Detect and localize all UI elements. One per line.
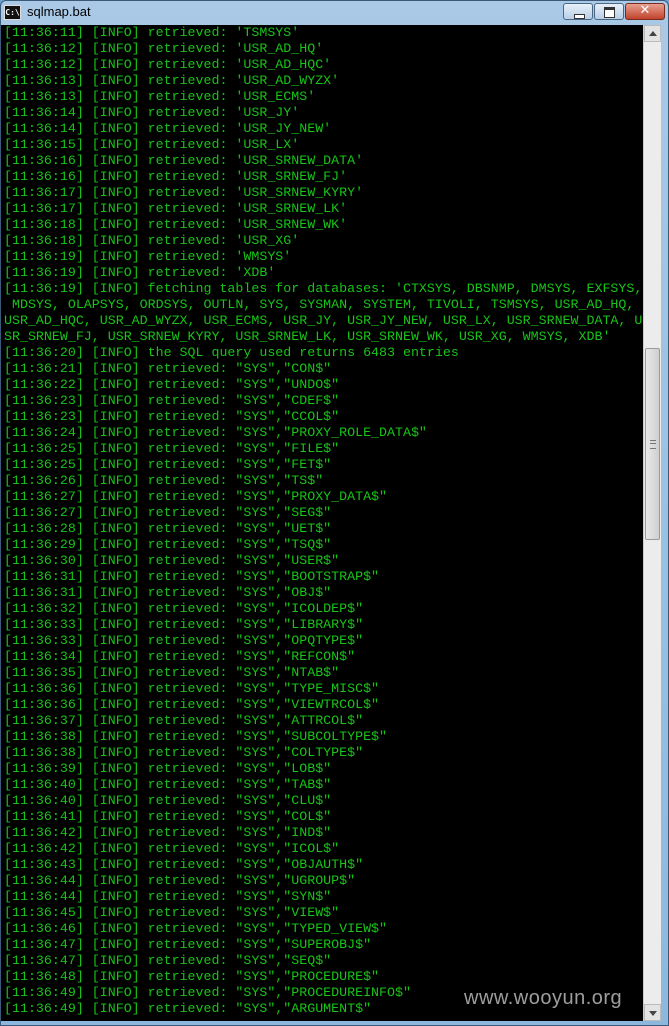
console-line: [11:36:43] [INFO] retrieved: "SYS","OBJA… [4, 857, 364, 872]
console-line: MDSYS, OLAPSYS, ORDSYS, OUTLN, SYS, SYSM… [4, 297, 635, 312]
console-line: [11:36:27] [INFO] retrieved: "SYS","PROX… [4, 489, 388, 504]
console-line: [11:36:15] [INFO] retrieved: 'USR_LX' [4, 137, 300, 152]
console-text: [11:36:11] [INFO] retrieved: 'TSMSYS' [11… [1, 25, 643, 1017]
console-output[interactable]: [11:36:11] [INFO] retrieved: 'TSMSYS' [11… [1, 25, 643, 1021]
console-line: [11:36:34] [INFO] retrieved: "SYS","REFC… [4, 649, 356, 664]
console-line: [11:36:20] [INFO] the SQL query used ret… [4, 345, 459, 360]
console-line: [11:36:22] [INFO] retrieved: "SYS","UNDO… [4, 377, 340, 392]
console-window: C:\ sqlmap.bat ✕ [11:36:11] [INFO] retri… [0, 0, 669, 1026]
console-line: [11:36:13] [INFO] retrieved: 'USR_AD_WYZ… [4, 73, 340, 88]
close-button[interactable]: ✕ [625, 3, 665, 20]
console-line: [11:36:47] [INFO] retrieved: "SYS","SEQ$… [4, 953, 332, 968]
console-line: [11:36:36] [INFO] retrieved: "SYS","VIEW… [4, 697, 380, 712]
console-line: [11:36:14] [INFO] retrieved: 'USR_JY_NEW… [4, 121, 332, 136]
console-line: [11:36:26] [INFO] retrieved: "SYS","TS$" [4, 473, 324, 488]
console-line: [11:36:47] [INFO] retrieved: "SYS","SUPE… [4, 937, 372, 952]
console-line: [11:36:17] [INFO] retrieved: 'USR_SRNEW_… [4, 185, 364, 200]
console-line: [11:36:28] [INFO] retrieved: "SYS","UET$… [4, 521, 332, 536]
console-line: [11:36:36] [INFO] retrieved: "SYS","TYPE… [4, 681, 380, 696]
console-line: [11:36:32] [INFO] retrieved: "SYS","ICOL… [4, 601, 364, 616]
console-line: USR_AD_HQC, USR_AD_WYZX, USR_ECMS, USR_J… [4, 313, 643, 328]
console-line: [11:36:24] [INFO] retrieved: "SYS","PROX… [4, 425, 427, 440]
console-line: [11:36:42] [INFO] retrieved: "SYS","IND$… [4, 825, 332, 840]
console-line: [11:36:37] [INFO] retrieved: "SYS","ATTR… [4, 713, 364, 728]
console-line: [11:36:16] [INFO] retrieved: 'USR_SRNEW_… [4, 169, 348, 184]
scroll-up-arrow-icon[interactable] [644, 25, 661, 42]
console-line: [11:36:14] [INFO] retrieved: 'USR_JY' [4, 105, 300, 120]
console-line: [11:36:11] [INFO] retrieved: 'TSMSYS' [4, 25, 300, 40]
console-line: [11:36:38] [INFO] retrieved: "SYS","SUBC… [4, 729, 388, 744]
console-line: [11:36:42] [INFO] retrieved: "SYS","ICOL… [4, 841, 340, 856]
console-line: [11:36:41] [INFO] retrieved: "SYS","COL$… [4, 809, 332, 824]
vertical-scrollbar[interactable] [643, 25, 661, 1021]
console-line: [11:36:19] [INFO] retrieved: 'WMSYS' [4, 249, 292, 264]
watermark: www.wooyun.org [464, 987, 623, 1009]
console-line: [11:36:19] [INFO] fetching tables for da… [4, 281, 643, 296]
console-line: [11:36:35] [INFO] retrieved: "SYS","NTAB… [4, 665, 340, 680]
console-line: [11:36:45] [INFO] retrieved: "SYS","VIEW… [4, 905, 340, 920]
console-line: [11:36:31] [INFO] retrieved: "SYS","BOOT… [4, 569, 380, 584]
console-line: [11:36:23] [INFO] retrieved: "SYS","CCOL… [4, 409, 340, 424]
console-line: [11:36:29] [INFO] retrieved: "SYS","TSQ$… [4, 537, 332, 552]
console-line: [11:36:12] [INFO] retrieved: 'USR_AD_HQ' [4, 41, 324, 56]
console-line: [11:36:33] [INFO] retrieved: "SYS","LIBR… [4, 617, 364, 632]
console-line: [11:36:16] [INFO] retrieved: 'USR_SRNEW_… [4, 153, 364, 168]
console-line: [11:36:40] [INFO] retrieved: "SYS","TAB$… [4, 777, 332, 792]
console-line: [11:36:17] [INFO] retrieved: 'USR_SRNEW_… [4, 201, 348, 216]
maximize-button[interactable] [594, 3, 624, 20]
console-line: [11:36:44] [INFO] retrieved: "SYS","UGRO… [4, 873, 356, 888]
console-line: [11:36:46] [INFO] retrieved: "SYS","TYPE… [4, 921, 388, 936]
console-line: [11:36:13] [INFO] retrieved: 'USR_ECMS' [4, 89, 316, 104]
console-line: [11:36:44] [INFO] retrieved: "SYS","SYN$… [4, 889, 332, 904]
console-line: [11:36:39] [INFO] retrieved: "SYS","LOB$… [4, 761, 332, 776]
console-line: [11:36:31] [INFO] retrieved: "SYS","OBJ$… [4, 585, 332, 600]
console-line: [11:36:38] [INFO] retrieved: "SYS","COLT… [4, 745, 364, 760]
console-app-icon[interactable]: C:\ [4, 5, 21, 20]
console-line: [11:36:27] [INFO] retrieved: "SYS","SEG$… [4, 505, 332, 520]
console-line: [11:36:48] [INFO] retrieved: "SYS","PROC… [4, 969, 380, 984]
console-line: [11:36:30] [INFO] retrieved: "SYS","USER… [4, 553, 340, 568]
grip-icon [650, 440, 656, 449]
console-line: [11:36:23] [INFO] retrieved: "SYS","CDEF… [4, 393, 340, 408]
console-line: [11:36:18] [INFO] retrieved: 'USR_XG' [4, 233, 300, 248]
console-line: [11:36:12] [INFO] retrieved: 'USR_AD_HQC… [4, 57, 332, 72]
scrollbar-thumb[interactable] [645, 348, 660, 540]
console-line: [11:36:40] [INFO] retrieved: "SYS","CLU$… [4, 793, 332, 808]
window-title: sqlmap.bat [27, 4, 91, 19]
console-line: [11:36:21] [INFO] retrieved: "SYS","CON$… [4, 361, 332, 376]
console-line: [11:36:25] [INFO] retrieved: "SYS","FET$… [4, 457, 332, 472]
console-line: SR_SRNEW_FJ, USR_SRNEW_KYRY, USR_SRNEW_L… [4, 329, 611, 344]
title-bar[interactable]: C:\ sqlmap.bat ✕ [1, 1, 668, 25]
console-line: [11:36:19] [INFO] retrieved: 'XDB' [4, 265, 276, 280]
console-line: [11:36:18] [INFO] retrieved: 'USR_SRNEW_… [4, 217, 348, 232]
scroll-down-arrow-icon[interactable] [644, 1004, 661, 1021]
console-line: [11:36:25] [INFO] retrieved: "SYS","FILE… [4, 441, 340, 456]
close-icon: ✕ [639, 3, 651, 18]
console-line: [11:36:33] [INFO] retrieved: "SYS","OPQT… [4, 633, 364, 648]
minimize-button[interactable] [563, 3, 593, 20]
